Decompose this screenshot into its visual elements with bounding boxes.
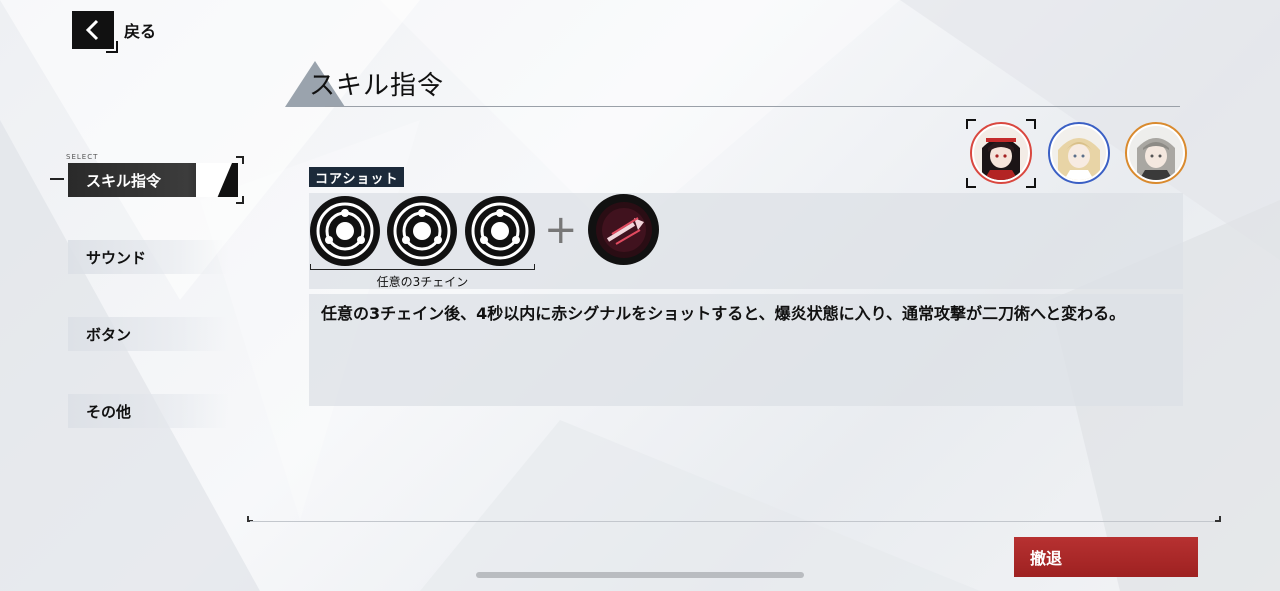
- selection-bracket: [1026, 178, 1036, 188]
- select-tag: SELECT: [66, 153, 99, 161]
- active-bracket: [236, 156, 244, 164]
- skill-description-panel: 任意の3チェイン後、4秒以内に赤シグナルをショットすると、爆炎状態に入り、通常攻…: [309, 294, 1183, 406]
- selection-bracket: [1026, 119, 1036, 129]
- sidebar-item-label: スキル指令: [86, 171, 162, 190]
- selection-bracket: [966, 178, 976, 188]
- title-divider: [325, 106, 1180, 107]
- active-bracket: [236, 196, 244, 204]
- sidebar-item-label: ボタン: [86, 325, 132, 344]
- sidebar-marker: [50, 178, 64, 180]
- page-header: スキル指令: [285, 55, 1180, 107]
- sidebar-item-sound[interactable]: サウンド: [68, 240, 228, 274]
- sidebar-item-label: その他: [86, 402, 132, 421]
- chevron-left-icon: [72, 11, 118, 53]
- page-title: スキル指令: [309, 71, 445, 101]
- sidebar-item-skill-command[interactable]: スキル指令: [68, 163, 238, 197]
- home-indicator[interactable]: [476, 572, 804, 578]
- bottom-divider: [250, 521, 1220, 522]
- back-label: 戻る: [124, 22, 157, 41]
- red-sword-shot-icon: [588, 194, 659, 265]
- chain-signal-icon: [387, 196, 457, 266]
- chain-label: 任意の3チェイン: [376, 275, 469, 289]
- chain-bracket: [310, 264, 535, 270]
- chain-signal-icon: [465, 196, 535, 266]
- sidebar-item-other[interactable]: その他: [68, 394, 228, 428]
- back-button[interactable]: 戻る: [72, 10, 172, 53]
- core-shot-tag: コアショット: [309, 167, 405, 187]
- exit-button[interactable]: 撤退: [1014, 537, 1198, 577]
- frame-corner: [1215, 516, 1221, 522]
- chain-signal-icon: [310, 196, 380, 266]
- selection-bracket: [966, 119, 976, 129]
- sidebar-item-button[interactable]: ボタン: [68, 317, 228, 351]
- gray-hair-character-avatar[interactable]: [1125, 122, 1187, 184]
- skill-description: 任意の3チェイン後、4秒以内に赤シグナルをショットすると、爆炎状態に入り、通常攻…: [321, 304, 1126, 323]
- sidebar-item-label: サウンド: [86, 248, 147, 267]
- plus-icon: +: [544, 207, 578, 253]
- red-hair-character-avatar[interactable]: [970, 122, 1032, 184]
- blonde-character-avatar[interactable]: [1048, 122, 1110, 184]
